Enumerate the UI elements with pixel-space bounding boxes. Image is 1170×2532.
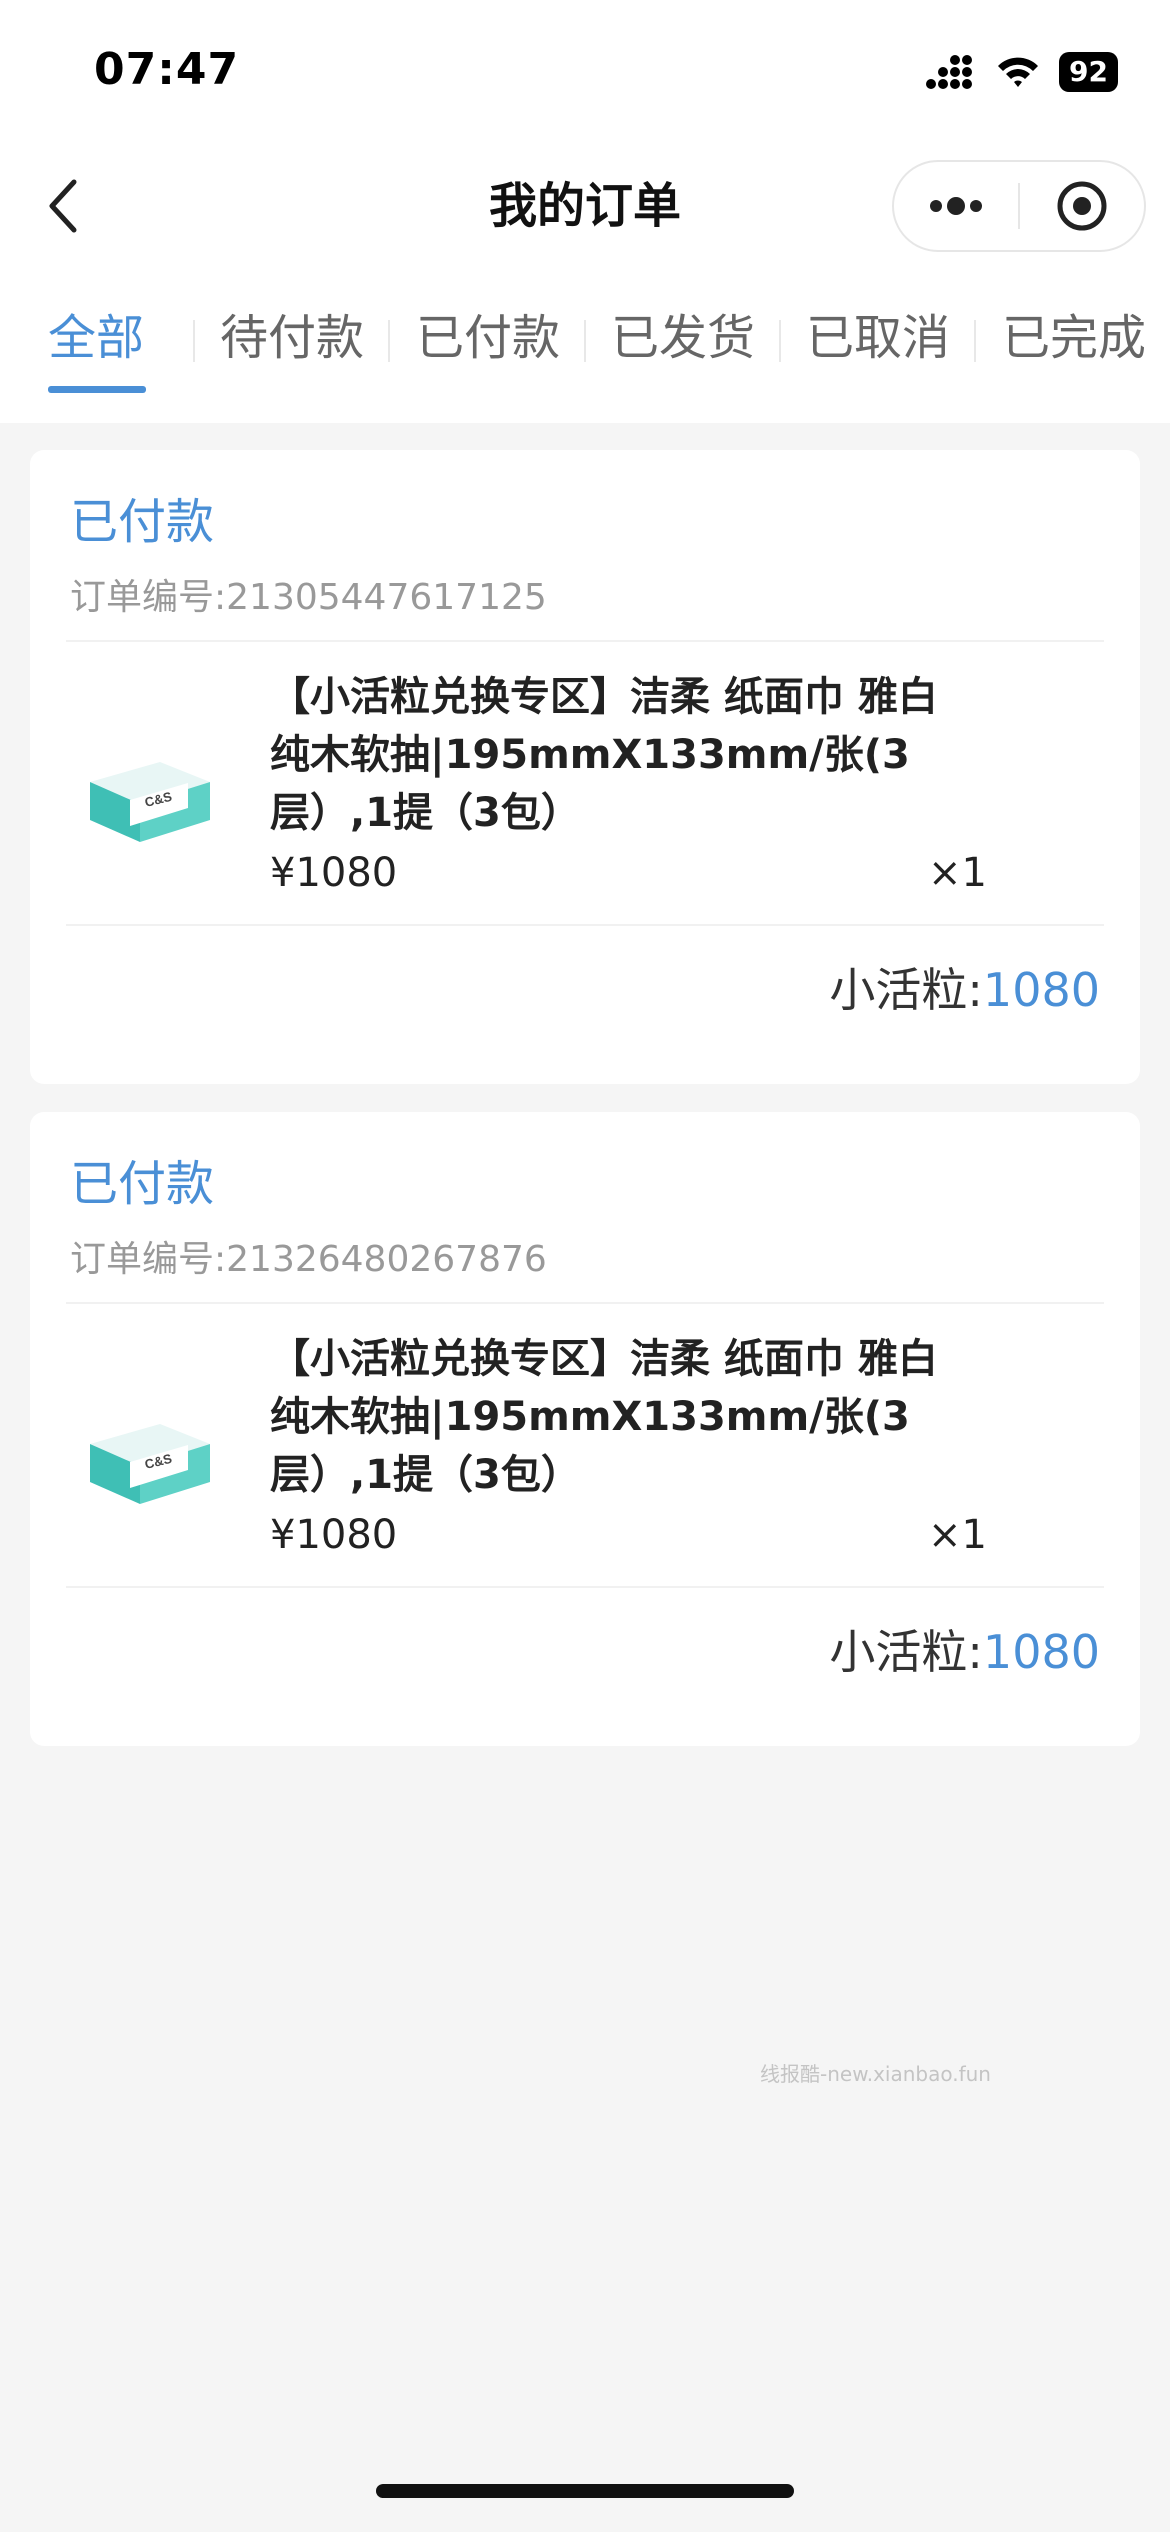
tab-completed[interactable]: 已完成 (1002, 308, 1146, 368)
status-icons: 92 (925, 50, 1118, 94)
watermark-text: 线报酷-new.xianbao.fun (760, 2062, 991, 2086)
tab-cancelled[interactable]: 已取消 (806, 308, 950, 368)
total-label: 小活粒: (829, 1625, 983, 1679)
divider (66, 1302, 1104, 1304)
product-name-line: 【小活粒兑换专区】洁柔 纸面巾 雅白 (270, 674, 938, 720)
product-thumbnail[interactable]: C&S (70, 712, 230, 872)
tab-separator (974, 320, 976, 362)
product-name-line: 层）,1提（3包） (270, 1452, 581, 1498)
tab-separator (779, 320, 781, 362)
divider (66, 1586, 1104, 1588)
tab-all[interactable]: 全部 (48, 308, 144, 368)
order-status: 已付款 (70, 494, 215, 550)
order-total: 小活粒:1080 (829, 1622, 1100, 1682)
close-mini-program-button[interactable] (1020, 162, 1144, 250)
more-dots-icon (930, 197, 982, 215)
order-card[interactable]: 已付款 订单编号:21305447617125 C&S 【小活粒兑换专区】洁柔 … (30, 450, 1140, 1084)
product-name-line: 层）,1提（3包） (270, 790, 581, 836)
battery-indicator: 92 (1059, 52, 1118, 92)
product-price: ¥1080 (270, 850, 398, 896)
tab-separator (388, 320, 390, 362)
more-button[interactable] (894, 162, 1018, 250)
order-tabs: 全部 待付款 已付款 已发货 已取消 已完成 (0, 290, 1170, 400)
cellular-signal-icon (926, 55, 973, 89)
tab-paid[interactable]: 已付款 (416, 308, 560, 368)
product-price: ¥1080 (270, 1512, 398, 1558)
status-time: 07:47 (94, 44, 240, 95)
product-thumbnail[interactable]: C&S (70, 1374, 230, 1534)
order-card[interactable]: 已付款 订单编号:21326480267876 C&S 【小活粒兑换专区】洁柔 … (30, 1112, 1140, 1746)
tab-pending-payment[interactable]: 待付款 (220, 308, 364, 368)
mini-program-capsule (892, 160, 1146, 252)
order-number: 订单编号:21305447617125 (70, 577, 547, 618)
product-name-line: 纯木软抽|195mmX133mm/张(3 (270, 732, 910, 778)
total-value: 1080 (982, 1625, 1100, 1679)
divider (66, 640, 1104, 642)
tab-separator (193, 320, 195, 362)
order-number: 订单编号:21326480267876 (70, 1239, 547, 1280)
order-total: 小活粒:1080 (829, 960, 1100, 1020)
total-value: 1080 (982, 963, 1100, 1017)
home-indicator[interactable] (376, 2484, 794, 2498)
active-tab-underline (48, 386, 146, 393)
wifi-icon (998, 57, 1039, 87)
tab-separator (584, 320, 586, 362)
product-name-line: 纯木软抽|195mmX133mm/张(3 (270, 1394, 910, 1440)
divider (66, 924, 1104, 926)
tab-shipped[interactable]: 已发货 (611, 308, 755, 368)
target-circle-icon (1057, 181, 1107, 231)
total-label: 小活粒: (829, 963, 983, 1017)
product-quantity: ×1 (928, 850, 987, 896)
order-status: 已付款 (70, 1156, 215, 1212)
product-name-line: 【小活粒兑换专区】洁柔 纸面巾 雅白 (270, 1336, 938, 1382)
product-quantity: ×1 (928, 1512, 987, 1558)
